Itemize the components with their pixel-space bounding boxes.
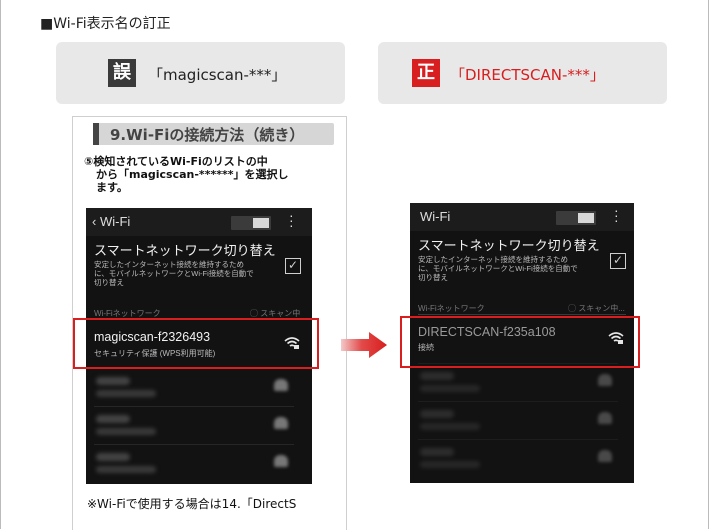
arrow-right-icon	[341, 332, 387, 358]
wifi-toggle[interactable]	[231, 216, 271, 230]
highlight-frame-before	[73, 318, 319, 369]
step-line-1: ⑤検知されているWi-Fiのリストの中	[84, 155, 268, 168]
wifi-topbar: Wi-Fi · · ·	[410, 203, 634, 231]
smart-network-checkbox[interactable]: ✓	[610, 253, 626, 269]
more-menu-icon[interactable]: · · ·	[614, 203, 619, 227]
back-icon[interactable]: ‹	[92, 214, 96, 229]
scanning-status: ◯ スキャン中...	[568, 304, 625, 313]
smart-network-checkbox[interactable]: ✓	[285, 258, 301, 274]
blurred-network-row[interactable]	[418, 439, 618, 478]
blurred-network-row[interactable]	[94, 406, 294, 445]
blurred-network-row[interactable]	[418, 363, 618, 402]
blurred-network-row[interactable]	[418, 401, 618, 440]
card-heading: 9.Wi-Fiの接続方法（続き）	[93, 123, 334, 145]
page-title: ■Wi-Fi表示名の訂正	[40, 16, 171, 32]
incorrect-name-box: 誤 「magicscan-***」	[56, 42, 345, 104]
card-heading-text: 9.Wi-Fiの接続方法（続き）	[110, 126, 305, 144]
highlight-frame-after	[400, 316, 640, 368]
blurred-network-row[interactable]	[94, 368, 294, 407]
wifi-topbar: ‹ Wi-Fi · · ·	[86, 208, 312, 236]
card-step-text: ⑤検知されているWi-Fiのリストの中 から「magicscan-******」…	[84, 155, 336, 194]
divider	[418, 314, 626, 315]
wifi-toggle[interactable]	[556, 211, 596, 225]
blurred-network-row[interactable]	[94, 444, 294, 483]
step-line-2: から「magicscan-******」を選択し	[96, 168, 289, 181]
incorrect-badge: 誤	[108, 59, 136, 87]
incorrect-name-text: 「magicscan-***」	[148, 66, 287, 84]
smart-network-title: スマートネットワーク切り替え	[418, 238, 600, 253]
more-menu-icon[interactable]: · · ·	[289, 208, 294, 232]
wifi-title: Wi-Fi	[420, 209, 451, 224]
smart-network-title: スマートネットワーク切り替え	[94, 243, 276, 258]
smart-network-desc: 安定したインターネット接続を維持するために、モバイルネットワークとWi-Fi接続…	[418, 255, 578, 282]
correct-name-box: 正 「DIRECTSCAN-***」	[378, 42, 667, 104]
wifi-title: Wi-Fi	[99, 214, 131, 229]
wifi-networks-label: Wi-Fiネットワーク	[418, 304, 485, 313]
step-line-3: ます。	[96, 181, 128, 194]
correct-badge: 正	[412, 59, 440, 87]
card-note: ※Wi-Fiで使用する場合は14.「DirectS	[87, 497, 297, 511]
back-wifi-title[interactable]: ‹ Wi-Fi	[92, 214, 130, 229]
correct-name-text: 「DIRECTSCAN-***」	[450, 66, 605, 84]
smart-network-desc: 安定したインターネット接続を維持するために、モバイルネットワークとWi-Fi接続…	[94, 260, 254, 287]
